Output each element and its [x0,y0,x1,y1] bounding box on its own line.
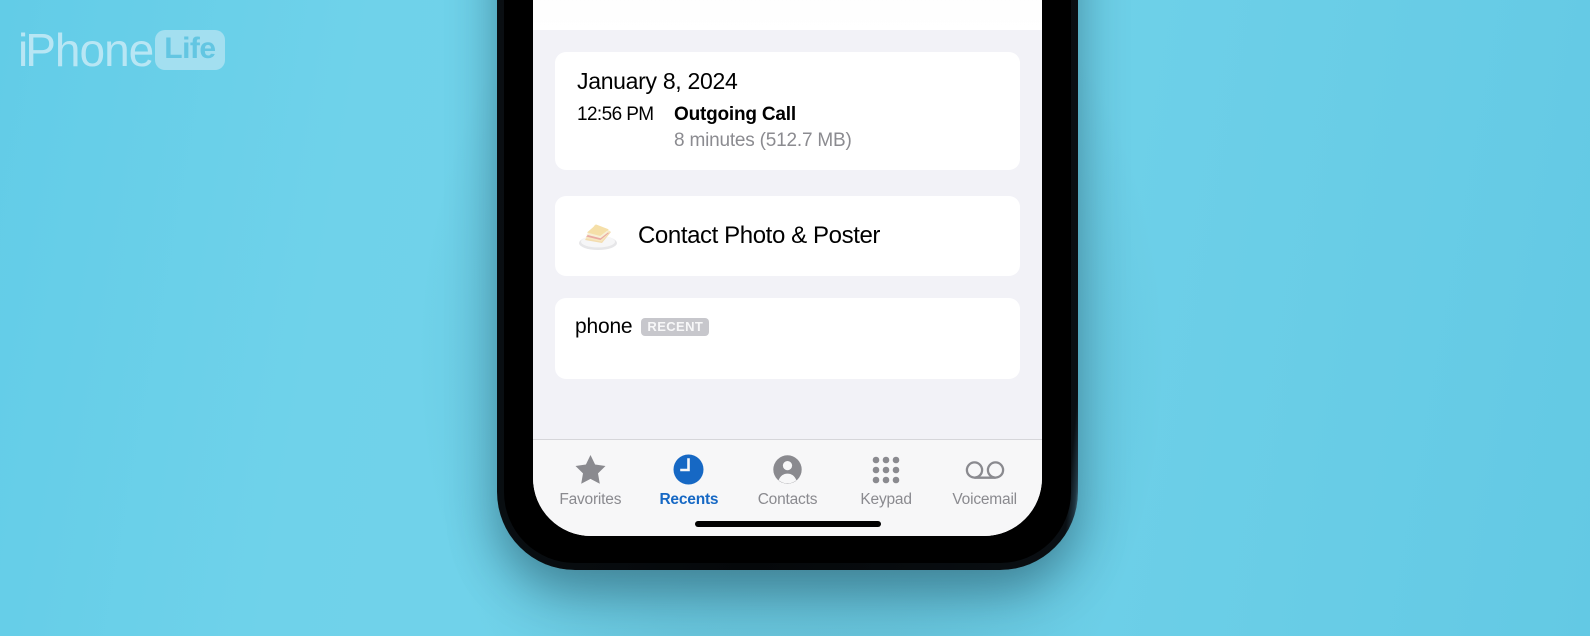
phone-number-row[interactable]: phone RECENT [555,298,1020,379]
contact-detail-content: January 8, 2024 12:56 PM Outgoing Call 8… [533,30,1042,439]
tab-contacts[interactable]: Contacts [740,453,834,509]
phone-app-tabbar: Favorites Recents Contacts Keypad Voicem… [533,439,1042,536]
call-duration: 8 minutes (512.7 MB) [674,130,852,151]
iphone-device-frame: Ham Sandwich message [497,0,1078,570]
phone-row-label: phone [575,315,633,338]
star-icon [574,453,607,486]
tab-voicemail-label: Voicemail [952,491,1017,508]
contact-photo-poster-row[interactable]: Contact Photo & Poster [555,196,1020,276]
logo-text-life: Life [164,32,216,65]
tab-recents[interactable]: Recents [642,453,736,509]
tab-keypad-label: Keypad [860,491,912,508]
person-circle-icon [771,453,804,486]
tab-recents-label: Recents [659,491,719,508]
voicemail-icon [965,453,1005,486]
tab-favorites[interactable]: Favorites [543,453,637,509]
call-time: 12:56 PM [577,104,654,125]
tab-keypad[interactable]: Keypad [839,453,933,509]
home-indicator[interactable] [694,521,881,527]
iphone-screen: Ham Sandwich message [533,0,1042,536]
call-type: Outgoing Call [674,104,796,125]
tab-voicemail[interactable]: Voicemail [938,453,1032,509]
call-date: January 8, 2024 [577,68,738,94]
logo-life-badge: Life [155,30,225,70]
call-entry-row: 12:56 PM Outgoing Call [577,104,998,126]
keypad-grid-icon [871,453,901,486]
sandwich-emoji [575,213,621,259]
recent-badge: RECENT [641,318,710,336]
tab-favorites-label: Favorites [559,491,622,508]
clock-icon [672,453,705,486]
call-history-card[interactable]: January 8, 2024 12:56 PM Outgoing Call 8… [555,52,1020,170]
tab-contacts-label: Contacts [757,491,818,508]
logo-text-phone: Phone [25,24,154,76]
contact-photo-poster-label: Contact Photo & Poster [638,222,881,249]
contact-header: Ham Sandwich message [533,0,1042,30]
iphonelife-watermark-logo: i Phone Life [18,22,225,78]
